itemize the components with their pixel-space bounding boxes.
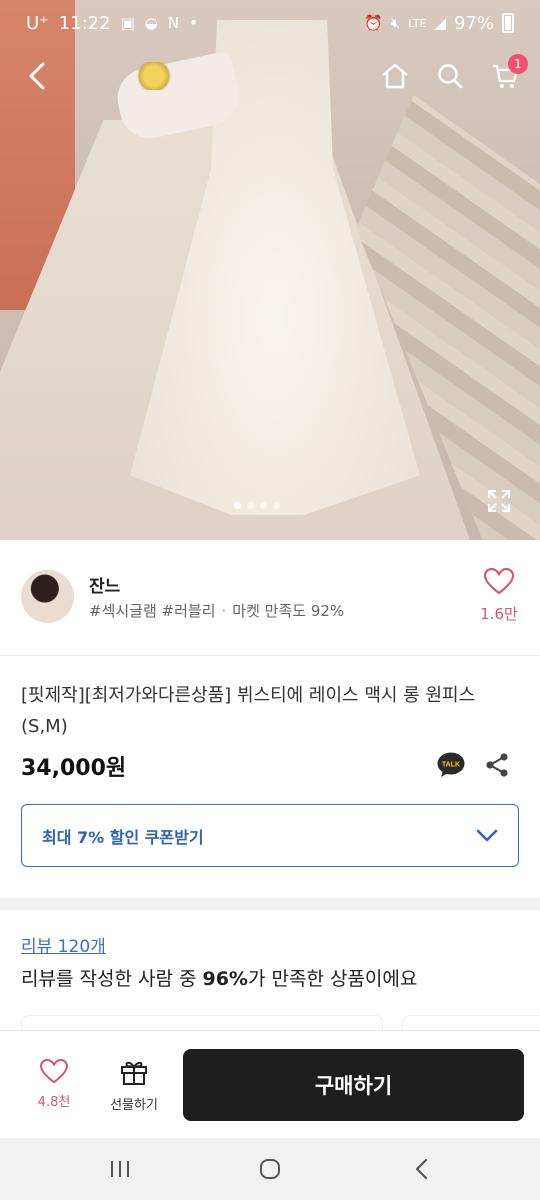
search-icon [438,64,463,89]
expand-icon [488,490,510,512]
back-button[interactable] [12,48,62,104]
status-bar: U⁺ 11:22 ▣ ◒ N • ⏰ 🔇︎ LTE ◢ 97% [0,0,540,46]
review-summary: 리뷰를 작성한 사람 중 96%가 만족한 상품이에요 [21,968,418,990]
fullscreen-button[interactable] [484,486,514,516]
seller-tags: #섹시글램 #러블리 [89,602,216,620]
seller-like-count: 1.6만 [480,605,518,623]
home-button[interactable] [370,48,420,104]
share-icon [486,753,508,777]
share-button[interactable] [484,752,510,778]
food-icon: ◒ [144,14,158,32]
coupon-label: 최대 7% 할인 쿠폰받기 [42,827,204,847]
lte-label: LTE [408,16,427,30]
heart-icon [40,1058,68,1084]
seller-satisfaction: 마켓 만족도 92% [232,602,345,620]
pagination-dot [260,502,267,509]
home-circle-icon [260,1159,280,1179]
top-nav: 1 [0,48,540,104]
product-price: 34,000원 [21,756,127,781]
recent-apps-button[interactable] [100,1154,140,1184]
mute-icon: 🔇︎ [390,14,401,32]
coupon-button[interactable]: 최대 7% 할인 쿠폰받기 [21,804,519,867]
product-title: [핏제작][최저가와다른상품] 뷔스티에 레이스 맥시 롱 원피스 (S,M) [21,685,476,737]
signal-icon: ◢ [434,14,446,32]
gift-button[interactable]: 선물하기 [101,1059,167,1113]
divider [0,655,540,656]
image-pagination [234,502,280,509]
home-system-button[interactable] [250,1154,290,1184]
system-nav-bar [0,1138,540,1200]
buy-button[interactable]: 구매하기 [183,1049,524,1121]
pagination-dot [247,502,254,509]
battery-icon [502,13,514,33]
review-count-link[interactable]: 리뷰 120개 [21,932,106,957]
seller-avatar[interactable] [21,570,74,623]
home-icon [382,63,408,89]
seller-tags-line: #섹시글램 #러블리 · 마켓 만족도 92% [89,602,345,620]
battery-percent: 97% [453,12,494,34]
section-gap [0,898,540,910]
wish-button[interactable]: 4.8천 [24,1058,84,1110]
gift-icon [121,1061,147,1085]
pagination-dot [273,502,280,509]
heart-icon [483,567,515,595]
status-time: 11:22 [58,12,111,34]
seller-info[interactable]: 잔느 #섹시글램 #러블리 · 마켓 만족도 92% 1.6만 [0,540,540,655]
back-arrow-icon [29,62,45,90]
carrier-label: U⁺ [26,12,49,34]
bottom-action-bar: 4.8천 선물하기 구매하기 [0,1030,540,1138]
seller-like-button[interactable]: 1.6만 [470,567,528,624]
talk-label: TALK [442,762,460,769]
alarm-icon: ⏰ [364,14,383,32]
cart-count-badge: 1 [508,54,528,74]
cart-button[interactable]: 1 [480,48,530,104]
kakao-talk-button[interactable]: TALK [437,752,465,778]
recent-apps-icon [111,1161,129,1177]
pagination-dot [234,502,241,509]
product-detail-screen: U⁺ 11:22 ▣ ◒ N • ⏰ 🔇︎ LTE ◢ 97% 1 잔느 #섹시… [0,0,540,1200]
search-button[interactable] [425,48,475,104]
kakao-talk-icon: TALK [437,752,465,777]
more-dot-icon: • [189,14,198,32]
back-system-button[interactable] [402,1154,442,1184]
gallery-icon: ▣ [120,14,135,32]
notification-n-icon: N [167,14,180,32]
wish-count: 4.8천 [37,1095,71,1110]
review-satisfaction-percent: 96% [202,968,248,990]
seller-name[interactable]: 잔느 [89,572,120,597]
gift-label: 선물하기 [110,1098,158,1113]
back-chevron-icon [415,1158,428,1180]
chevron-down-icon [476,829,498,841]
